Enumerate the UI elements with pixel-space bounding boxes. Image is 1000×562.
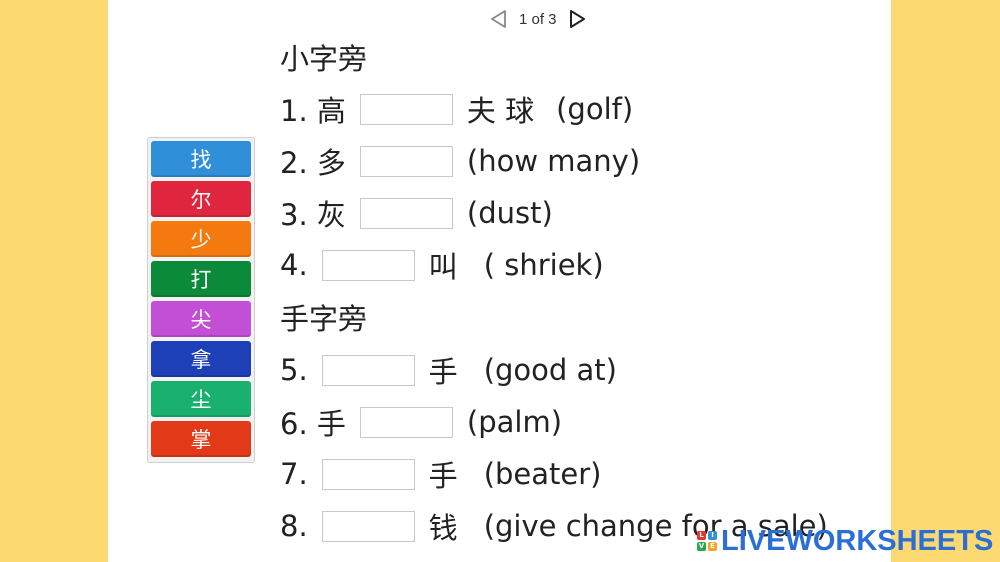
- logo-mark-icon: L I V E: [697, 531, 717, 551]
- question-suffix: 叫: [428, 250, 458, 284]
- next-page-button[interactable]: [567, 9, 587, 29]
- section-title: 小字旁: [280, 42, 368, 76]
- page-indicator: 1 of 3: [519, 10, 557, 28]
- answer-blank-1[interactable]: [359, 93, 453, 125]
- word-tile[interactable]: 找: [151, 141, 251, 177]
- answer-blank-7[interactable]: [321, 458, 415, 490]
- answer-blank-4[interactable]: [321, 249, 415, 281]
- question-hint: (dust): [466, 196, 553, 230]
- section-title: 手字旁: [280, 302, 368, 336]
- question-5: 5. 手 (good at): [280, 350, 617, 390]
- answer-blank-6[interactable]: [359, 406, 453, 438]
- triangle-left-icon: [491, 10, 506, 28]
- question-prefix: 3. 灰: [280, 198, 346, 232]
- question-prefix: 4.: [280, 248, 308, 282]
- word-tile[interactable]: 掌: [151, 421, 251, 457]
- question-prefix: 1. 高: [280, 94, 346, 128]
- answer-blank-8[interactable]: [321, 510, 415, 542]
- logo-letter: I: [708, 531, 717, 540]
- question-prefix: 6. 手: [280, 407, 346, 441]
- logo-letter: E: [708, 542, 717, 551]
- section-heading-hand: 手字旁: [280, 297, 367, 337]
- question-hint: (how many): [466, 144, 641, 178]
- question-prefix: 8.: [280, 509, 308, 543]
- word-tile[interactable]: 尘: [151, 381, 251, 417]
- question-hint: (palm): [466, 405, 563, 439]
- question-prefix: 2. 多: [280, 146, 346, 180]
- liveworksheets-logo: L I V E LIVEWORKSHEETS: [697, 524, 994, 557]
- question-7: 7. 手 (beater): [280, 454, 601, 494]
- word-tile[interactable]: 尔: [151, 181, 251, 217]
- question-prefix: 5.: [280, 353, 308, 387]
- question-2: 2. 多 (how many): [280, 141, 640, 181]
- question-hint: (good at): [483, 353, 617, 387]
- answer-blank-3[interactable]: [359, 197, 453, 229]
- word-tile[interactable]: 少: [151, 221, 251, 257]
- question-4: 4. 叫 ( shriek): [280, 245, 604, 285]
- logo-letter: L: [697, 531, 706, 540]
- word-bank: 找 尔 少 打 尖 拿 尘 掌: [147, 137, 255, 463]
- word-tile[interactable]: 拿: [151, 341, 251, 377]
- word-tile[interactable]: 打: [151, 261, 251, 297]
- triangle-right-icon: [569, 10, 585, 28]
- question-1: 1. 高 夫 球 (golf): [280, 89, 633, 129]
- question-suffix: 夫 球: [466, 94, 535, 128]
- question-6: 6. 手 (palm): [280, 402, 562, 442]
- question-hint: (beater): [483, 457, 602, 491]
- answer-blank-5[interactable]: [321, 354, 415, 386]
- question-suffix: 手: [428, 355, 458, 389]
- word-tile[interactable]: 尖: [151, 301, 251, 337]
- prev-page-button[interactable]: [489, 9, 509, 29]
- question-suffix: 手: [428, 459, 458, 493]
- pager: 1 of 3: [489, 6, 587, 32]
- brand-name: LIVEWORKSHEETS: [721, 524, 994, 557]
- question-3: 3. 灰 (dust): [280, 193, 553, 233]
- logo-letter: V: [697, 542, 706, 551]
- section-heading-small: 小字旁: [280, 37, 367, 77]
- question-hint: ( shriek): [483, 248, 604, 282]
- question-hint: (golf): [556, 92, 634, 126]
- question-prefix: 7.: [280, 457, 308, 491]
- question-suffix: 钱: [428, 511, 458, 545]
- answer-blank-2[interactable]: [359, 145, 453, 177]
